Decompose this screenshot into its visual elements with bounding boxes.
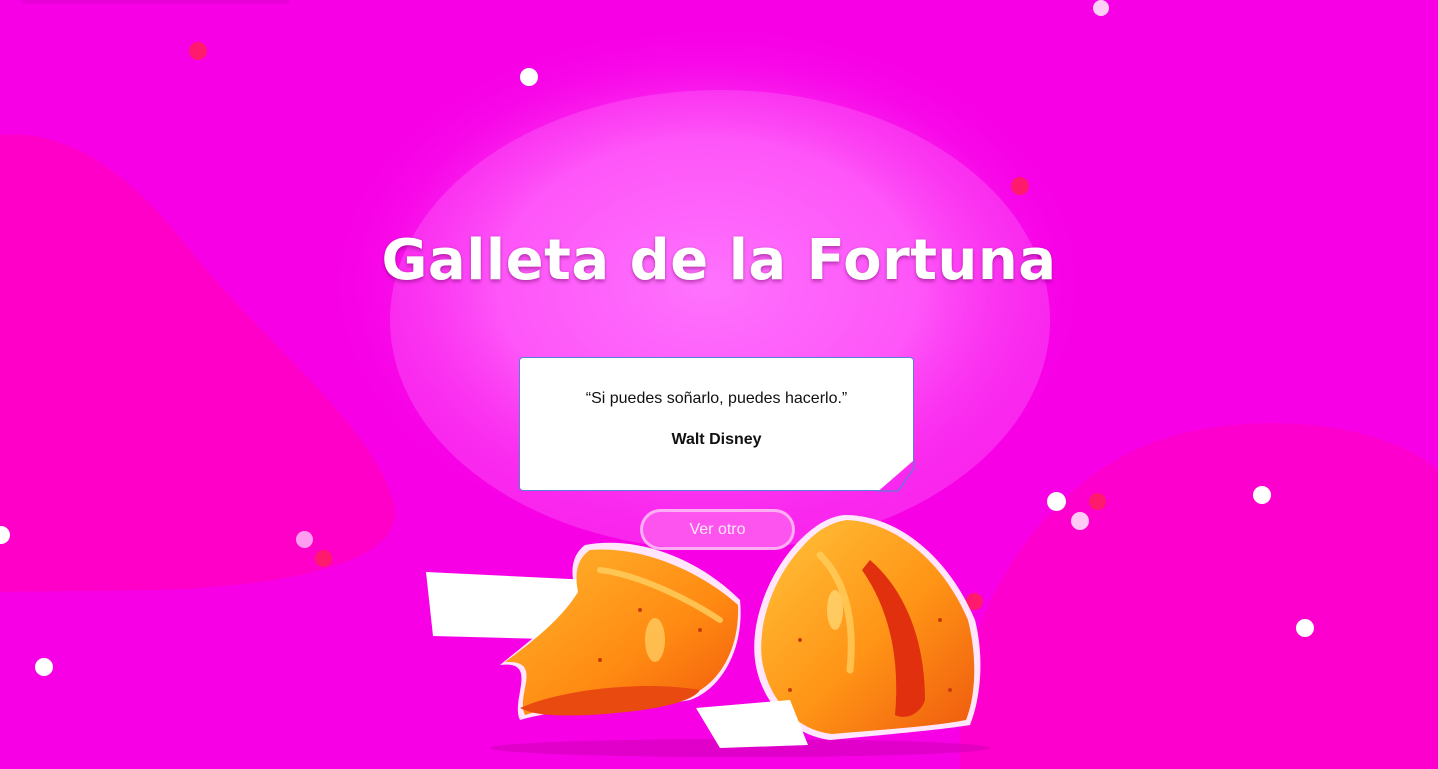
white-dot bbox=[632, 559, 650, 577]
white-dot bbox=[1071, 512, 1089, 530]
pink-dot bbox=[189, 42, 207, 60]
pink-dot bbox=[966, 593, 983, 610]
white-dot bbox=[608, 589, 626, 607]
white-dot bbox=[1047, 492, 1066, 511]
white-dot bbox=[296, 531, 313, 548]
pink-dot bbox=[1089, 493, 1106, 510]
page-title: Galleta de la Fortuna bbox=[381, 228, 1057, 293]
quote-card-folded-corner bbox=[877, 460, 915, 492]
quote-card: “Si puedes soñarlo, puedes hacerlo.” Wal… bbox=[519, 357, 914, 491]
quote-text: “Si puedes soñarlo, puedes hacerlo.” bbox=[585, 390, 848, 407]
white-dot bbox=[520, 68, 538, 86]
white-dot bbox=[1093, 0, 1109, 16]
white-dot bbox=[35, 658, 53, 676]
white-dot bbox=[1253, 486, 1271, 504]
pink-dot bbox=[1011, 177, 1029, 195]
white-dot bbox=[1296, 619, 1314, 637]
ver-otro-button[interactable]: Ver otro bbox=[640, 509, 795, 550]
pink-dot bbox=[315, 550, 332, 567]
quote-author: Walt Disney bbox=[671, 431, 762, 448]
